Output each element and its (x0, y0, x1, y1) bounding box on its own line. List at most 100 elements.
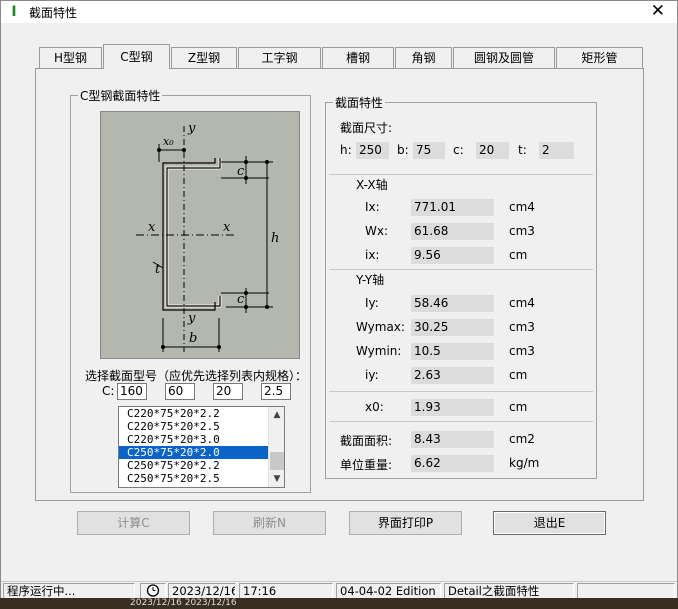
close-button[interactable]: ✕ (651, 1, 665, 21)
select-prompt: 选择截面型号（应优先选择列表内规格）： (85, 369, 308, 383)
tab-c-steel[interactable]: C型钢 (103, 44, 170, 69)
list-scrollbar[interactable]: ▲ ▼ (268, 407, 284, 487)
label-x-left: x (148, 220, 156, 235)
scroll-down-icon[interactable]: ▼ (269, 471, 284, 487)
yy-axis-title: Y-Y轴 (356, 273, 385, 287)
section-properties-title: 截面特性 (333, 94, 386, 111)
wx-value: 61.68 (411, 223, 494, 240)
list-item[interactable]: C250*75*20*2.2 (119, 459, 284, 472)
dim-t-value: 2 (539, 142, 574, 159)
iy-radius-value: 2.63 (411, 367, 494, 384)
title-bar: I 截面特性 ✕ (1, 1, 677, 23)
label-b: b (189, 331, 197, 346)
iy-unit: cm4 (509, 296, 535, 310)
exit-button[interactable]: 退出E (493, 511, 606, 535)
ix-radius-value: 9.56 (411, 247, 494, 264)
label-h: h (271, 231, 279, 246)
wymax-label: Wymax: (356, 320, 405, 334)
window-title: 截面特性 (29, 6, 78, 20)
x0-label: x0: (365, 400, 384, 414)
status-edition: 04-04-02 Edition (336, 583, 441, 599)
c-t-input[interactable]: 2.5 (261, 383, 291, 400)
taskbar-text: 2023/12/16 2023/12/16 (130, 598, 237, 608)
label-c-bottom: c (237, 292, 245, 307)
iy-radius-label: iy: (365, 368, 379, 382)
list-item[interactable]: C220*75*20*2.5 (119, 420, 284, 433)
section-type-list[interactable]: C220*75*20*2.2 C220*75*20*2.5 C220*75*20… (118, 406, 285, 488)
app-i-beam-icon: I (11, 4, 17, 20)
tab-rect-tube[interactable]: 矩形管 (556, 47, 643, 68)
label-t: t (155, 262, 161, 277)
area-unit: cm2 (509, 432, 535, 446)
status-time: 17:16 (239, 583, 333, 599)
wymax-unit: cm3 (509, 320, 535, 334)
c-b-input[interactable]: 60 (165, 383, 195, 400)
tab-h-steel[interactable]: H型钢 (39, 47, 102, 68)
dim-h-label: h: (340, 143, 352, 157)
separator (329, 269, 593, 270)
section-properties-window: I 截面特性 ✕ H型钢 C型钢 Z型钢 工字钢 槽钢 角钢 圆钢及圆管 矩形管… (0, 0, 678, 599)
weight-value: 6.62 (411, 455, 494, 472)
c-steel-group-title: C型钢截面特性 (78, 87, 163, 104)
tab-round-steel[interactable]: 圆钢及圆管 (453, 47, 555, 68)
separator (329, 174, 593, 175)
tab-angle[interactable]: 角钢 (395, 47, 452, 68)
c-c-input[interactable]: 20 (213, 383, 243, 400)
tab-z-steel[interactable]: Z型钢 (171, 47, 237, 68)
tab-i-beam[interactable]: 工字钢 (238, 47, 321, 68)
list-item[interactable]: C220*75*20*2.2 (119, 407, 284, 420)
ix-unit: cm4 (509, 200, 535, 214)
wymin-unit: cm3 (509, 344, 535, 358)
ix-value: 771.01 (411, 199, 494, 216)
tab-strip: H型钢 C型钢 Z型钢 工字钢 槽钢 角钢 圆钢及圆管 矩形管 (39, 44, 643, 69)
dim-c-label: c: (453, 143, 464, 157)
dim-b-label: b: (397, 143, 409, 157)
status-empty (577, 583, 675, 599)
print-screen-button[interactable]: 界面打印P (349, 511, 462, 535)
xx-axis-title: X-X轴 (356, 178, 388, 192)
dim-b-value: 75 (413, 142, 445, 159)
ix-label: Ix: (365, 200, 380, 214)
status-bar: 程序运行中... 2023/12/16 17:16 04-04-02 Editi… (1, 581, 677, 599)
list-item[interactable]: C250*75*20*2.5 (119, 472, 284, 485)
status-detail: Detail之截面特性 (444, 583, 574, 599)
area-label: 截面面积: (340, 434, 393, 448)
list-item-selected[interactable]: C250*75*20*2.0 (119, 446, 284, 459)
calculate-button[interactable]: 计算C (77, 511, 190, 535)
dim-t-label: t: (518, 143, 527, 157)
label-x-right: x (223, 220, 231, 235)
label-y-top: y (187, 121, 196, 136)
c-section-diagram: y x₀ c x x h t c y b (100, 111, 300, 359)
list-item[interactable]: C220*75*20*3.0 (119, 433, 284, 446)
dim-c-value: 20 (476, 142, 509, 159)
weight-label: 单位重量: (340, 458, 393, 472)
x0-unit: cm (509, 400, 528, 414)
wymin-value: 10.5 (411, 343, 494, 360)
label-x0: x₀ (163, 135, 174, 148)
scroll-up-icon[interactable]: ▲ (269, 407, 284, 423)
status-date: 2023/12/16 (168, 583, 236, 599)
c-section-drawing: y x₀ c x x h t c y b (136, 121, 279, 352)
refresh-button[interactable]: 刷新N (213, 511, 326, 535)
ix-radius-label: ix: (365, 248, 380, 262)
tab-channel[interactable]: 槽钢 (322, 47, 394, 68)
wx-label: Wx: (365, 224, 389, 238)
status-running: 程序运行中... (3, 583, 135, 599)
dim-h-value: 250 (356, 142, 389, 159)
iy-label: Iy: (365, 296, 379, 310)
iy-value: 58.46 (411, 295, 494, 312)
c-label: C: (102, 384, 115, 398)
ix-radius-unit: cm (509, 248, 528, 262)
label-c-top: c (237, 164, 245, 179)
clock-icon (140, 583, 166, 599)
wymax-value: 30.25 (411, 319, 494, 336)
scroll-thumb[interactable] (270, 452, 284, 470)
separator (329, 391, 593, 392)
wymin-label: Wymin: (356, 344, 402, 358)
c-h-input[interactable]: 160 (117, 383, 147, 400)
weight-unit: kg/m (509, 456, 540, 470)
x0-value: 1.93 (411, 399, 494, 416)
area-value: 8.43 (411, 431, 494, 448)
taskbar: 2023/12/16 2023/12/16 (0, 598, 678, 609)
iy-radius-unit: cm (509, 368, 528, 382)
